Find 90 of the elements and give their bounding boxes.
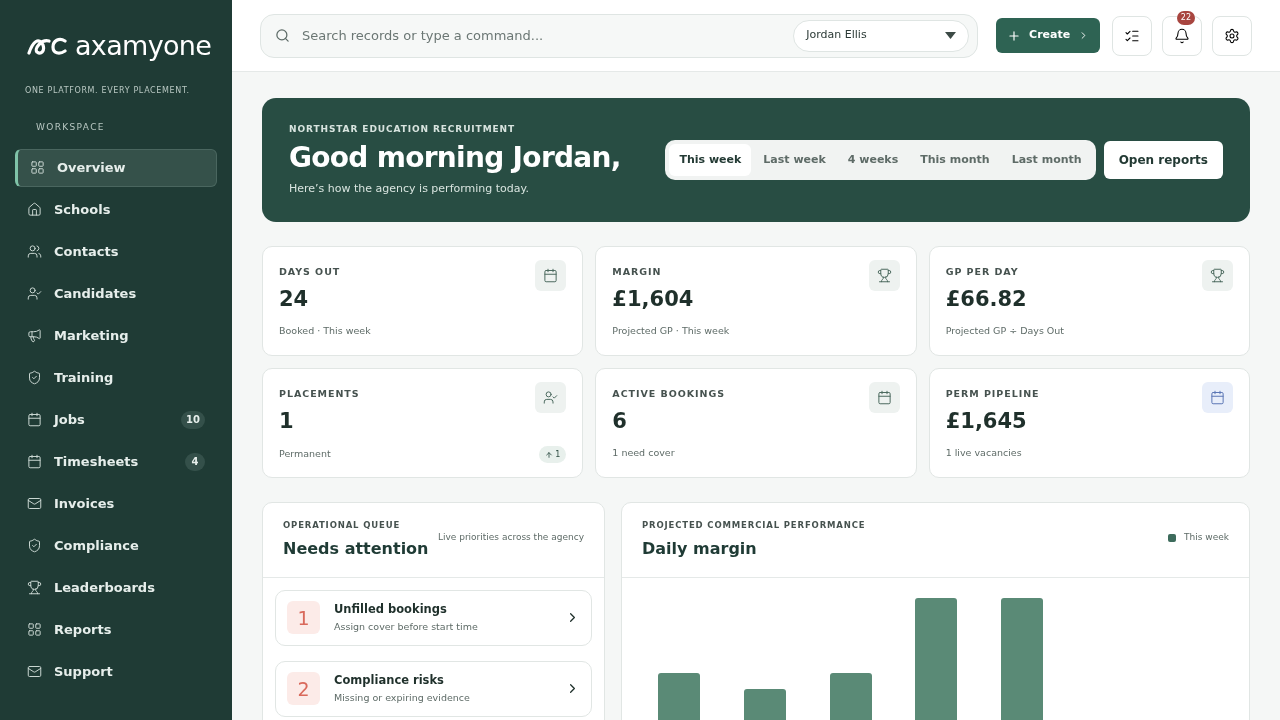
stat-value: £66.82 [945,289,1028,310]
stat-value: 6 [612,411,628,432]
queue-item-subtitle: Missing or expiring evidence [334,691,471,706]
shield-check-icon [27,370,42,385]
nav-item[interactable]: Compliance [15,526,217,565]
bell-icon [1174,27,1190,44]
grid-icon [30,160,45,175]
queue-item-subtitle: Assign cover before start time [334,620,479,635]
users-icon [27,244,42,259]
calendar-icon [27,454,42,469]
panel-eyebrow: OPERATIONAL QUEUE [283,519,402,532]
nav-item[interactable]: Jobs 10 [15,400,217,439]
mail-icon [27,496,42,511]
trend-badge: 1 [539,446,567,463]
calendar-icon [535,260,567,291]
nav-item[interactable]: Marketing [15,316,217,355]
section-label: WORKSPACE [35,121,106,134]
open-reports-button[interactable]: Open reports [1103,141,1223,179]
panel-eyebrow: PROJECTED COMMERCIAL PERFORMANCE [642,519,866,532]
stat-value: £1,645 [945,411,1028,432]
panel-title: Needs attention [283,537,429,560]
nav-item[interactable]: Overview [15,148,217,187]
period-tab[interactable]: This month [910,144,1000,176]
panel-title: Daily margin [642,537,758,560]
stat-note: Booked · This week [279,324,371,338]
period-tab[interactable]: Last month [1001,144,1092,176]
period-tab[interactable]: Last week [753,144,836,176]
legend-label: This week [1184,531,1229,544]
count-badge: 4 [185,452,205,471]
stat-note: 1 need cover [612,446,675,460]
agency-name: NORTHSTAR EDUCATION RECRUITMENT [289,122,517,136]
queue-item[interactable]: 1 Unfilled bookings Assign cover before start time [275,589,592,646]
nav-item[interactable]: Candidates [15,274,217,313]
calendar-icon [1202,382,1233,413]
brand-tagline: ONE PLATFORM. EVERY PLACEMENT. [24,85,191,97]
user-select[interactable]: Jordan Ellis [793,19,970,52]
priority-number: 1 [287,601,320,635]
caret-icon [945,32,957,39]
megaphone-icon [27,328,42,343]
count-badge: 10 [181,410,205,429]
search-icon [275,28,290,43]
mail-icon [27,664,42,679]
stat-label: MARGIN [612,265,662,279]
building-icon [27,202,42,217]
panel-caption: Live priorities across the agency [437,531,584,544]
stat-label: PERM PIPELINE [945,387,1040,401]
queue-item-title: Unfilled bookings [334,601,448,618]
grid-icon [27,622,42,637]
stat-value: £1,604 [612,289,695,310]
brand-name: axamyone [75,32,212,59]
user-check-icon [535,382,567,413]
stat-value: 1 [279,411,295,432]
shield-check-icon [27,538,42,553]
nav-item[interactable]: Support [15,652,217,691]
list-button[interactable] [1112,15,1152,56]
user-check-icon [27,286,42,301]
nav-item[interactable]: Leaderboards [15,568,217,607]
stat-note: Projected GP ÷ Days Out [945,324,1065,338]
period-tab[interactable]: 4 weeks [837,144,909,176]
nav-item[interactable]: Reports [15,610,217,649]
stat-note: Projected GP · This week [612,324,730,338]
calendar-icon [868,382,900,413]
nav-item[interactable]: Schools [15,190,217,229]
settings-icon [1224,27,1240,44]
trophy-icon [1202,260,1233,291]
greeting-subtitle: Here’s how the agency is performing today. [289,181,530,197]
search-field[interactable]: Search records or type a command... Jordan Ellis [260,13,979,58]
nav-item[interactable]: Contacts [15,232,217,271]
stat-label: ACTIVE BOOKINGS [612,387,725,401]
nav-item[interactable]: Invoices [15,484,217,523]
trophy-icon [868,260,900,291]
calendar-icon [27,412,42,427]
stat-note: 1 live vacancies [945,446,1022,460]
trophy-icon [27,580,42,595]
stat-value: 24 [279,289,310,310]
nav-item[interactable]: Timesheets 4 [15,442,217,481]
period-tab[interactable]: This week [669,144,752,176]
notification-badge: 22 [1176,10,1195,25]
plus-icon [1007,28,1022,43]
nav-item[interactable]: Training [15,358,217,397]
queue-item-title: Compliance risks [334,672,445,689]
create-button[interactable]: Create [996,18,1100,53]
greeting-title: Good morning Jordan, [289,140,621,175]
stat-label: PLACEMENTS [279,387,360,401]
stat-label: GP PER DAY [945,265,1019,279]
stat-note: Permanent [279,447,331,462]
queue-item[interactable]: 2 Compliance risks Missing or expiring evidence [275,660,592,717]
stat-label: DAYS OUT [279,265,341,279]
priority-number: 2 [287,672,320,706]
settings-button[interactable] [1212,15,1252,56]
